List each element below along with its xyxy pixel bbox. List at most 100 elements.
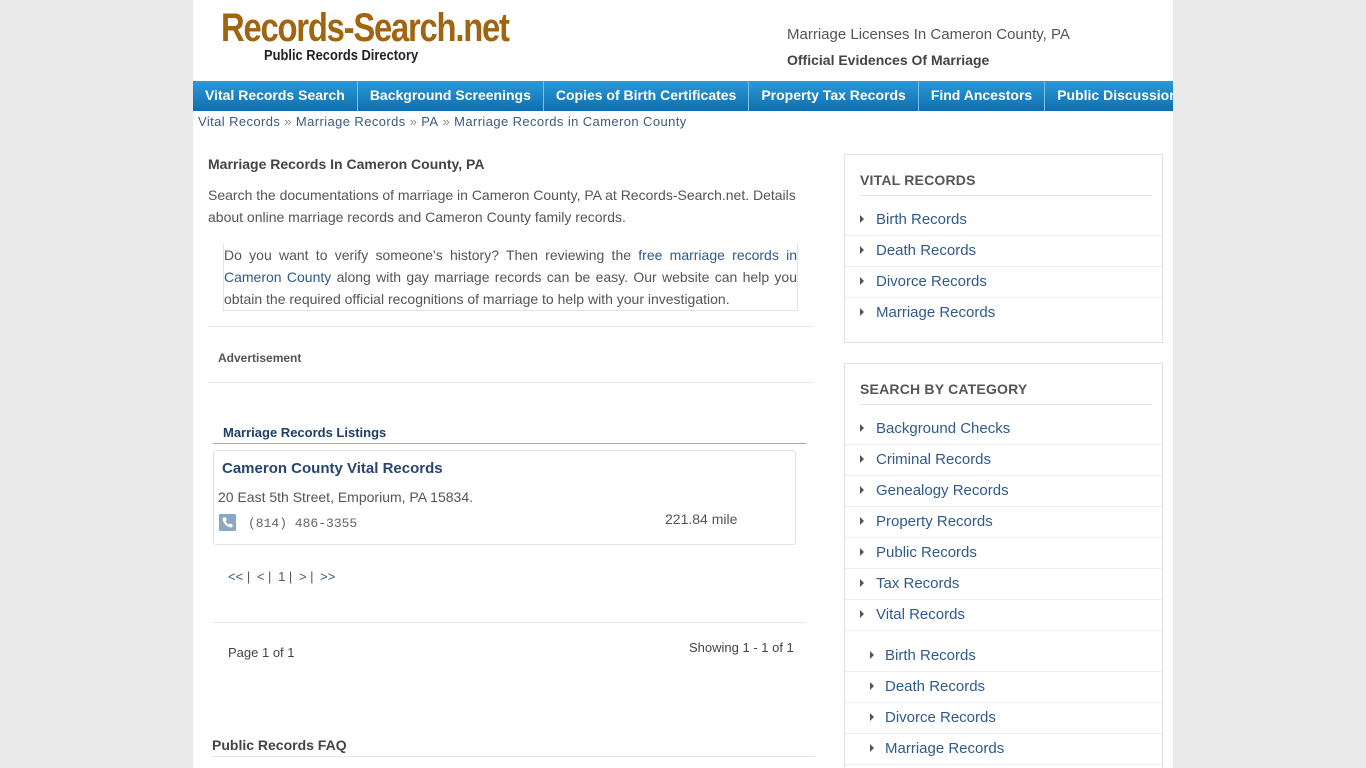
caret-right-icon — [860, 277, 864, 285]
pagination: << | < | 1 | > | >> — [228, 569, 335, 584]
sidebar-item-tax-records[interactable]: Tax Records — [845, 569, 1162, 600]
sidebar-item-public-records[interactable]: Public Records — [845, 538, 1162, 569]
caret-right-icon — [860, 246, 864, 254]
faq-title: Public Records FAQ — [212, 737, 347, 753]
sidebar-subitem-divorce-records[interactable]: Divorce Records — [845, 703, 1162, 734]
sidebar-item-label: Public Records — [876, 544, 977, 561]
nav-item-find-ancestors[interactable]: Find Ancestors — [919, 81, 1046, 111]
sidebar-item-label: Tax Records — [876, 575, 960, 592]
header-subtitle: Official Evidences Of Marriage — [787, 52, 990, 68]
site-logo-tagline: Public Records Directory — [264, 47, 419, 64]
vital-records-box: VITAL RECORDS Birth Records Death Record… — [844, 154, 1163, 343]
breadcrumb-current[interactable]: Marriage Records in Cameron County — [454, 114, 687, 129]
results-count: Showing 1 - 1 of 1 — [689, 640, 794, 655]
sidebar-item-label: Vital Records — [876, 606, 965, 623]
advertisement-label: Advertisement — [218, 351, 302, 365]
listing-card: Cameron County Vital Records 20 East 5th… — [213, 450, 796, 545]
listings-title: Marriage Records Listings — [223, 425, 387, 440]
nav-item-vital-records-search[interactable]: Vital Records Search — [193, 81, 358, 111]
pager-last[interactable]: >> — [320, 569, 335, 584]
divider — [208, 382, 813, 383]
caret-right-icon — [870, 682, 874, 690]
listings-divider — [213, 443, 806, 444]
breadcrumb-separator: » — [409, 114, 418, 129]
breadcrumb-separator: » — [284, 114, 292, 129]
sidebar-item-label: Birth Records — [876, 211, 967, 228]
page-title: Marriage Records In Cameron County, PA — [208, 156, 485, 172]
breadcrumb-marriage-records[interactable]: Marriage Records — [296, 114, 406, 129]
main-nav: Vital Records Search Background Screenin… — [193, 81, 1173, 111]
divider — [212, 756, 815, 757]
pager-sep: | — [288, 569, 293, 584]
caret-right-icon — [860, 455, 864, 463]
caret-right-icon — [860, 579, 864, 587]
search-by-category-box: SEARCH BY CATEGORY Background Checks Cri… — [844, 363, 1163, 768]
pager-sep: | — [310, 569, 314, 584]
caret-right-icon — [860, 424, 864, 432]
sidebar-item-label: Divorce Records — [885, 709, 996, 726]
page-container: Records-Search.net Public Records Direct… — [193, 0, 1173, 768]
pager-first[interactable]: << — [228, 569, 243, 584]
sidebar-item-label: Divorce Records — [876, 273, 987, 290]
caret-right-icon — [860, 517, 864, 525]
nav-item-property-tax-records[interactable]: Property Tax Records — [749, 81, 919, 111]
sidebar-item-birth-records[interactable]: Birth Records — [845, 205, 1162, 236]
sidebar-item-label: Genealogy Records — [876, 482, 1009, 499]
sidebar-item-background-checks[interactable]: Background Checks — [845, 414, 1162, 445]
nav-item-birth-certificates[interactable]: Copies of Birth Certificates — [544, 81, 750, 111]
listing-distance: 221.84 mile — [665, 511, 738, 527]
sidebar-item-genealogy-records[interactable]: Genealogy Records — [845, 476, 1162, 507]
caret-right-icon — [860, 215, 864, 223]
divider — [860, 404, 1152, 405]
info-text-before: Do you want to verify someone's history?… — [224, 247, 639, 263]
sidebar-item-label: Marriage Records — [876, 304, 996, 321]
sidebar-subitem-death-records[interactable]: Death Records — [845, 672, 1162, 703]
divider — [860, 195, 1152, 196]
sidebar-item-label: Death Records — [876, 242, 977, 259]
sidebar-item-property-records[interactable]: Property Records — [845, 507, 1162, 538]
intro-text: Search the documentations of marriage in… — [208, 187, 796, 225]
nav-item-public-discussion[interactable]: Public Discussion — [1045, 81, 1173, 111]
sidebar-subitem-birth-records[interactable]: Birth Records — [845, 641, 1162, 672]
sidebar-item-label: Property Records — [876, 513, 993, 530]
sidebar-subitem-marriage-records[interactable]: Marriage Records — [845, 734, 1162, 765]
page-count: Page 1 of 1 — [228, 645, 295, 660]
sidebar-item-marriage-records[interactable]: Marriage Records — [845, 298, 1162, 329]
breadcrumb: Vital Records» Marriage Records» PA» Marria… — [198, 114, 687, 129]
listing-address: 20 East 5th Street, Emporium, PA 15834. — [218, 489, 473, 505]
caret-right-icon — [860, 308, 864, 316]
sidebar-item-death-records[interactable]: Death Records — [845, 236, 1162, 267]
caret-right-icon — [870, 713, 874, 721]
sidebar-item-label: Background Checks — [876, 420, 1011, 437]
pager-next[interactable]: > — [299, 569, 307, 584]
sidebar-item-criminal-records[interactable]: Criminal Records — [845, 445, 1162, 476]
sidebar-item-vital-records[interactable]: Vital Records — [845, 600, 1162, 631]
header-title: Marriage Licenses In Cameron County, PA — [787, 26, 1070, 43]
divider — [208, 326, 813, 327]
caret-right-icon — [860, 486, 864, 494]
phone-icon — [219, 514, 236, 531]
info-box: Do you want to verify someone's history?… — [223, 243, 798, 311]
vital-records-title: VITAL RECORDS — [860, 172, 976, 188]
breadcrumb-separator: » — [442, 114, 451, 129]
sidebar-item-label: Death Records — [885, 678, 986, 695]
caret-right-icon — [870, 651, 874, 659]
pager-prev[interactable]: < — [257, 569, 265, 584]
sidebar-item-label: Birth Records — [885, 647, 976, 664]
listing-phone[interactable]: (814) 486-3355 — [248, 516, 357, 531]
divider — [213, 622, 806, 623]
listing-title[interactable]: Cameron County Vital Records — [222, 460, 443, 477]
breadcrumb-vital-records[interactable]: Vital Records — [198, 114, 280, 129]
sidebar-item-divorce-records[interactable]: Divorce Records — [845, 267, 1162, 298]
search-by-category-title: SEARCH BY CATEGORY — [860, 381, 1028, 397]
caret-right-icon — [870, 744, 874, 752]
breadcrumb-pa[interactable]: PA — [421, 114, 438, 129]
site-logo[interactable]: Records-Search.net — [221, 6, 510, 50]
caret-right-icon — [860, 610, 864, 618]
pager-current[interactable]: 1 — [278, 569, 285, 584]
pager-sep: | — [246, 569, 251, 584]
caret-right-icon — [860, 548, 864, 556]
sidebar-item-label: Criminal Records — [876, 451, 992, 468]
nav-item-background-screenings[interactable]: Background Screenings — [358, 81, 544, 111]
sidebar-item-label: Marriage Records — [885, 740, 1005, 757]
